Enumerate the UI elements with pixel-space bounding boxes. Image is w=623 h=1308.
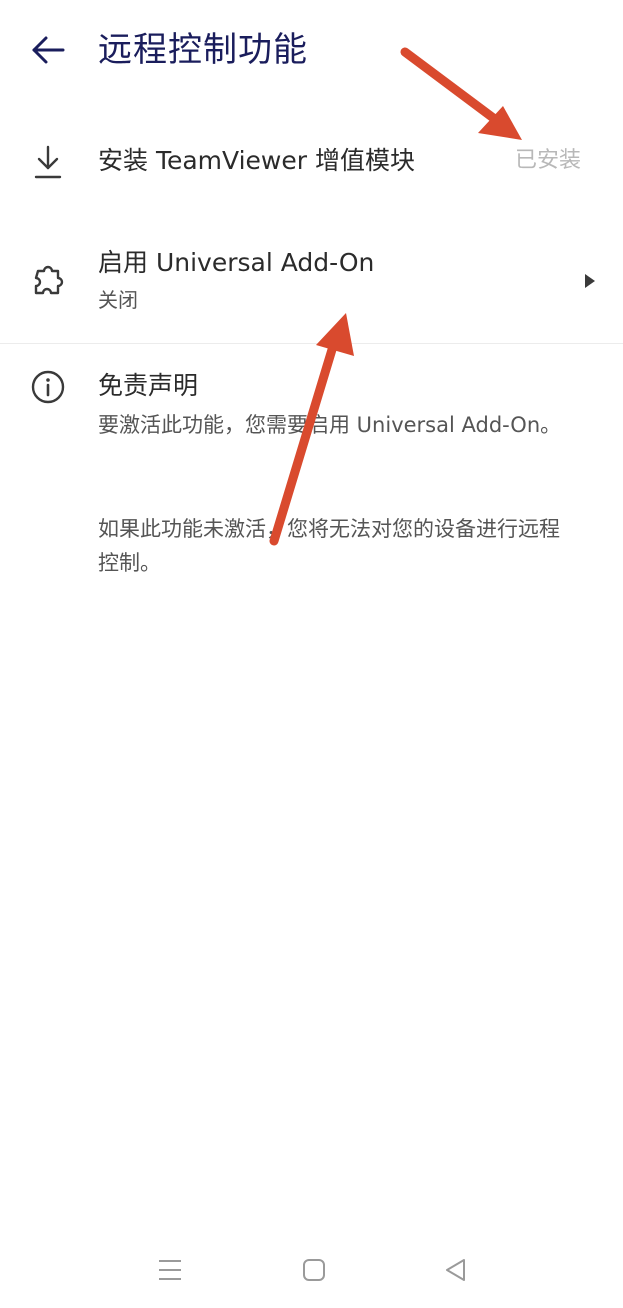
install-teamviewer-row[interactable]: 安装 TeamViewer 增值模块 已安装 — [0, 120, 623, 204]
nav-back-button[interactable] — [436, 1252, 476, 1288]
install-module-label: 安装 TeamViewer 增值模块 — [98, 146, 415, 175]
menu-lines-icon — [159, 1260, 181, 1280]
info-icon — [28, 367, 68, 407]
back-arrow-icon — [32, 36, 65, 64]
section-divider — [0, 343, 623, 344]
nav-home-button[interactable] — [294, 1252, 334, 1288]
addon-state-label: 关闭 — [98, 288, 138, 312]
disclaimer-title: 免责声明 — [98, 371, 199, 400]
disclaimer-paragraph-2: 如果此功能未激活，您将无法对您的设备进行远程控制。 — [98, 517, 560, 575]
nav-menu-button[interactable] — [150, 1252, 190, 1288]
remote-control-screen: 远程控制功能 安装 TeamViewer 增值模块 已安装 启用 Univers… — [0, 0, 623, 1308]
home-square-icon — [303, 1259, 325, 1281]
page-title: 远程控制功能 — [98, 30, 308, 70]
back-button[interactable] — [26, 30, 70, 70]
download-icon — [28, 142, 68, 182]
disclaimer-paragraph-1: 要激活此功能，您需要启用 Universal Add-On。 — [98, 413, 562, 437]
universal-addon-row[interactable]: 启用 Universal Add-On 关闭 — [0, 230, 623, 340]
back-triangle-icon — [446, 1259, 465, 1281]
play-triangle-icon — [585, 274, 595, 288]
puzzle-icon — [28, 260, 68, 300]
installed-status: 已安装 — [514, 148, 581, 173]
app-header: 远程控制功能 — [0, 0, 623, 100]
system-navigation-bar — [0, 1240, 623, 1300]
enable-addon-label: 启用 Universal Add-On — [98, 248, 375, 277]
